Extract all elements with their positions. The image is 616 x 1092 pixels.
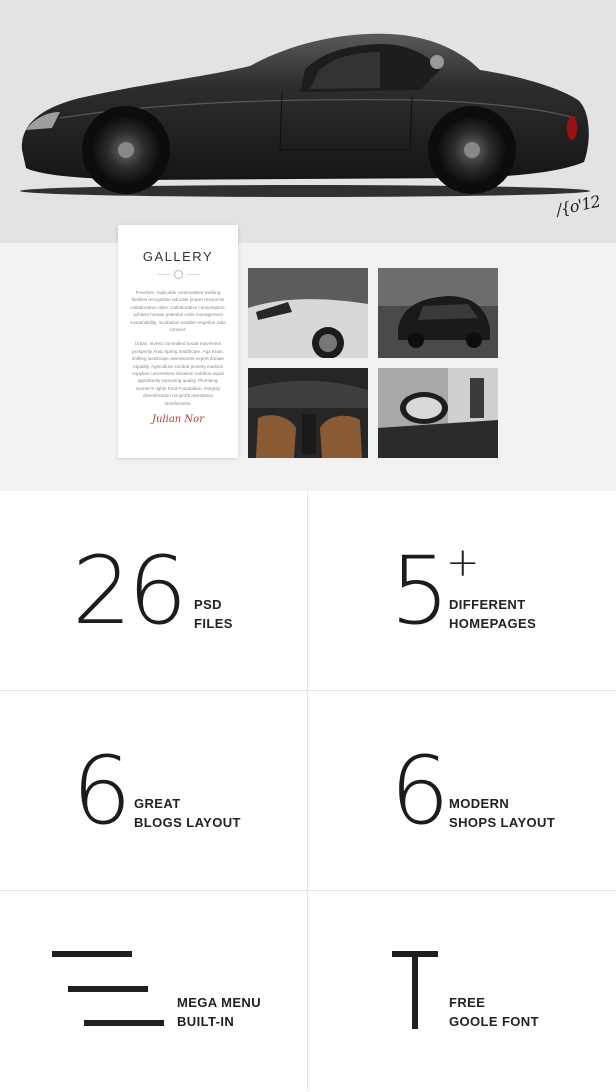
suv-road-image [378, 268, 498, 358]
feature-label-line1: DIFFERENT [449, 597, 526, 612]
feature-label-line1: MODERN [449, 796, 510, 811]
car-front-image [248, 268, 368, 358]
feature-label-line2: BLOGS LAYOUT [134, 815, 241, 830]
gallery-card: GALLERY Freedom, replicable communities … [118, 225, 238, 458]
gallery-signature: Julian Nor [152, 414, 204, 426]
feature-free-font: FREE GOOLE FONT [308, 891, 616, 1091]
feature-label-line2: GOOLE FONT [449, 1014, 539, 1029]
gallery-section: GALLERY Freedom, replicable communities … [0, 225, 616, 491]
gallery-title: GALLERY [142, 249, 214, 264]
feature-shop-layouts: 6 MODERN SHOPS LAYOUT [308, 691, 616, 891]
feature-plus-superscript: + [446, 540, 480, 586]
feature-mega-menu: MEGA MENU BUILT-IN [0, 891, 308, 1091]
feature-blog-layouts: 6 GREAT BLOGS LAYOUT [0, 691, 308, 891]
feature-label-line1: PSD [194, 597, 222, 612]
feature-number: 6 [390, 737, 450, 846]
feature-psd-files: 26 PSD FILES [0, 491, 308, 691]
ornament-icon [156, 270, 200, 279]
feature-label-line2: HOMEPAGES [449, 616, 537, 631]
side-mirror-image [378, 368, 498, 458]
gallery-thumbnail[interactable] [378, 268, 498, 358]
hero-banner: /{o'12 [0, 0, 616, 243]
sports-car-illustration [20, 33, 590, 197]
gallery-thumbnail[interactable] [248, 268, 368, 358]
feature-label-line1: GREAT [134, 796, 181, 811]
gallery-thumbnail[interactable] [248, 368, 368, 458]
feature-number: 26 [72, 537, 188, 646]
gallery-paragraph: Freedom, replicable communities working … [130, 290, 226, 333]
feature-label-line1: MEGA MENU [177, 995, 262, 1010]
feature-label-line2: BUILT-IN [177, 1014, 235, 1029]
feature-number: 6 [72, 737, 132, 846]
gallery-paragraph: Urban, invest; committed social movement… [132, 341, 224, 406]
car-interior-image [248, 368, 368, 458]
feature-homepages: 5 + DIFFERENT HOMEPAGES [308, 491, 616, 691]
feature-label-line2: SHOPS LAYOUT [449, 815, 556, 830]
feature-label-line1: FREE [449, 995, 486, 1010]
gallery-thumbnail[interactable] [378, 368, 498, 458]
feature-label-line2: FILES [194, 616, 233, 631]
feature-number: 5 [390, 537, 450, 646]
